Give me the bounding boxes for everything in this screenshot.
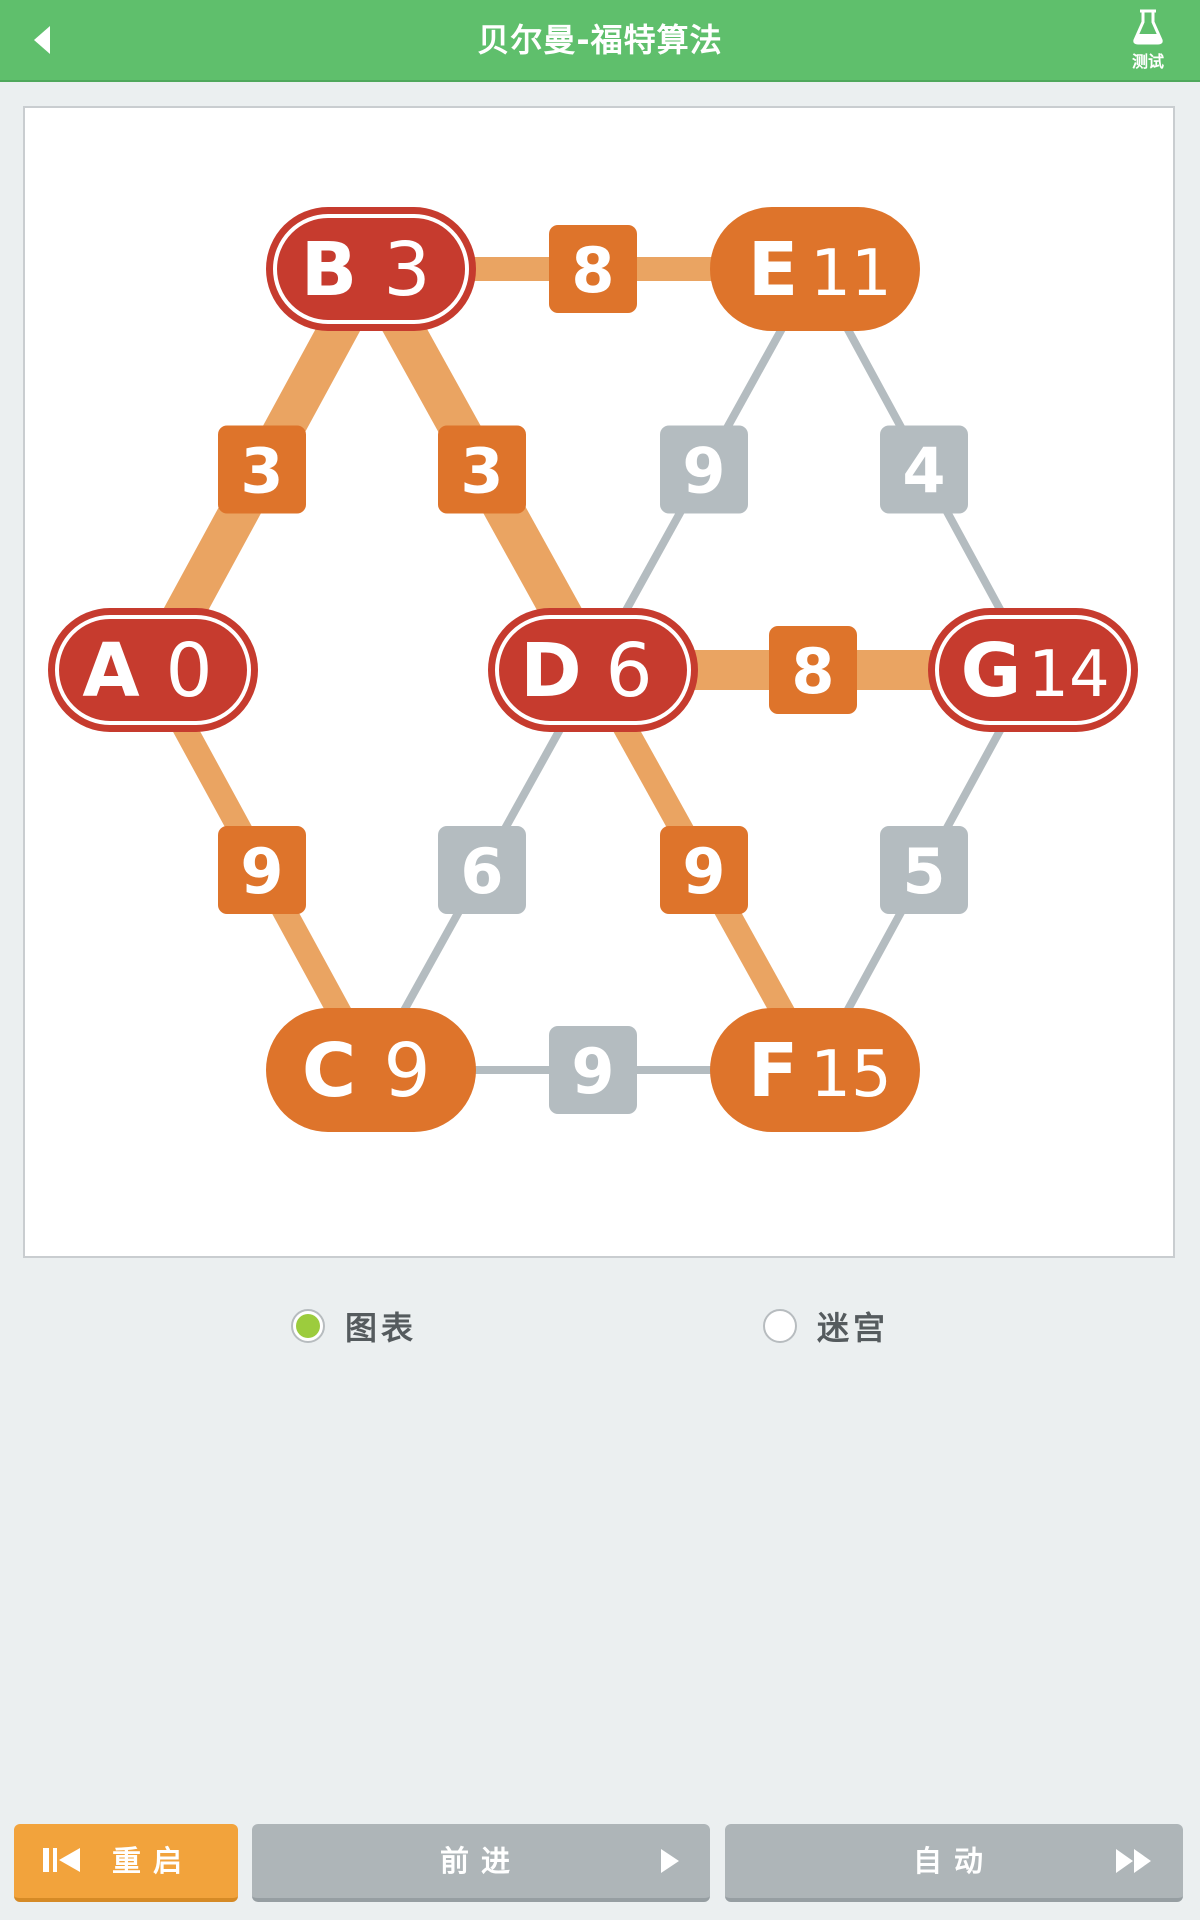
page-title: 贝尔曼-福特算法 <box>477 21 723 59</box>
mode-option-graph[interactable]: 图表 <box>291 1306 418 1347</box>
flask-icon <box>1133 9 1163 45</box>
fast-forward-icon <box>1116 1849 1151 1873</box>
restart-button[interactable]: 重启 <box>14 1824 238 1902</box>
weight-badge-E-G: 4 <box>880 425 968 514</box>
weight-badge-A-C: 9 <box>218 826 306 914</box>
node-label: E <box>748 227 799 313</box>
node-C[interactable]: C9 <box>266 1008 476 1132</box>
maze-mode-label: 迷宫 <box>817 1309 890 1347</box>
radio-selected-dot <box>296 1314 320 1338</box>
test-label: 测试 <box>1131 52 1164 71</box>
weight-label: 8 <box>571 234 614 307</box>
node-label: A <box>82 628 139 714</box>
play-icon <box>661 1849 679 1873</box>
node-distance: 0 <box>165 628 212 714</box>
skip-back-icon <box>43 1848 80 1872</box>
weight-label: 3 <box>460 435 503 508</box>
weight-label: 6 <box>460 835 503 908</box>
forward-button[interactable]: 前进 <box>252 1824 710 1902</box>
node-G[interactable]: G 14 <box>928 608 1138 732</box>
node-label: G <box>961 628 1022 714</box>
weight-badge-G-F: 5 <box>880 826 968 914</box>
weight-label: 9 <box>682 835 725 908</box>
weight-badge-E-D: 9 <box>660 425 748 514</box>
weight-badge-B-D: 3 <box>438 425 526 514</box>
weight-label: 5 <box>902 835 945 908</box>
node-label: D <box>520 628 581 714</box>
node-B[interactable]: B3 <box>266 207 476 331</box>
app-header: 贝尔曼-福特算法 测试 <box>0 0 1200 80</box>
restart-label: 重启 <box>112 1844 195 1878</box>
node-label: B <box>301 227 357 313</box>
weight-label: 4 <box>902 435 945 508</box>
weight-badge-A-B: 3 <box>218 425 306 514</box>
node-F[interactable]: F 15 <box>710 1008 920 1132</box>
node-distance: 15 <box>810 1038 891 1112</box>
auto-button[interactable]: 自动 <box>725 1824 1183 1902</box>
node-D[interactable]: D6 <box>488 608 698 732</box>
weight-label: 8 <box>791 635 834 708</box>
node-label: C <box>302 1028 356 1114</box>
weight-label: 3 <box>240 435 283 508</box>
weight-badge-D-C: 6 <box>438 826 526 914</box>
node-distance: 9 <box>383 1028 430 1114</box>
node-distance: 11 <box>810 237 891 311</box>
graph-panel: 8 3 3 9 4 8 9 6 9 5 9 A 0 B 3 C 9 D 6 E 11 F 15 G 14 <box>23 106 1175 1258</box>
back-button[interactable] <box>14 12 70 68</box>
maze-radio[interactable] <box>763 1309 797 1343</box>
weight-badge-D-F: 9 <box>660 826 748 914</box>
node-E[interactable]: E 11 <box>710 207 920 331</box>
node-distance: 14 <box>1028 638 1109 712</box>
graph-canvas: 83 3 9 489 6 9 59A 0B 3C 9D 6E 11F 15G 14 <box>48 207 1138 1132</box>
graph-mode-label: 图表 <box>345 1309 418 1347</box>
node-label: F <box>748 1028 799 1114</box>
chevron-left-icon <box>34 26 50 54</box>
weight-badge-D-G: 8 <box>769 626 857 714</box>
node-A[interactable]: A0 <box>48 608 258 732</box>
weight-label: 9 <box>571 1035 614 1108</box>
weight-label: 9 <box>240 835 283 908</box>
node-distance: 3 <box>383 227 430 313</box>
node-layer: A 0B 3C 9D 6E 11F 15G 14 <box>48 207 1138 1132</box>
graph-radio[interactable] <box>291 1309 325 1343</box>
forward-label: 前进 <box>439 1844 522 1878</box>
weight-badge-B-E: 8 <box>549 225 637 313</box>
node-pill <box>266 1008 476 1132</box>
weight-badge-C-F: 9 <box>549 1026 637 1114</box>
test-button[interactable]: 测试 <box>1116 8 1180 74</box>
weight-label: 9 <box>682 435 725 508</box>
mode-option-maze[interactable]: 迷宫 <box>763 1306 890 1347</box>
node-distance: 6 <box>605 628 652 714</box>
